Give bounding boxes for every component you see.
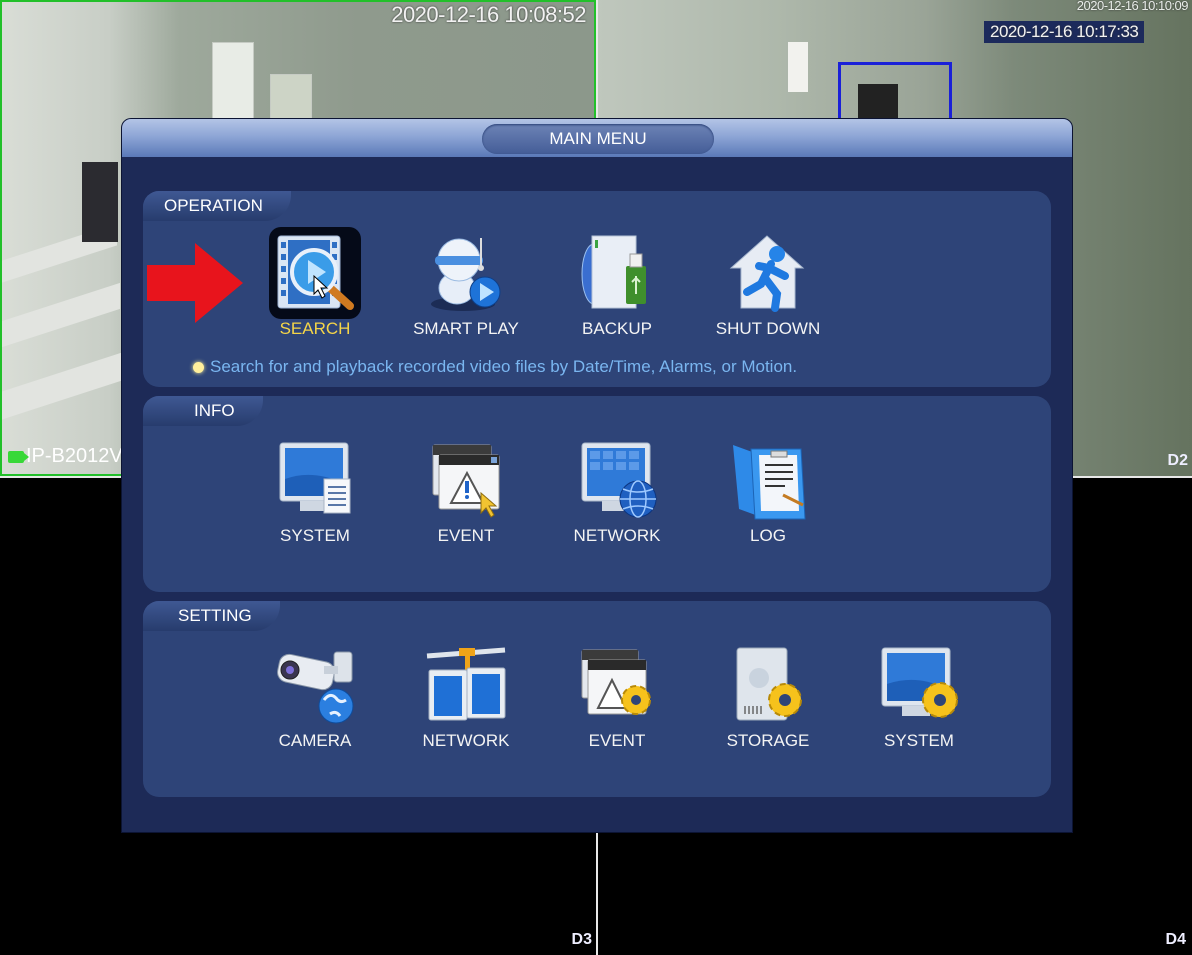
- main-menu-title: MAIN MENU: [482, 124, 714, 154]
- channel-label: D4: [1165, 931, 1186, 948]
- backup-usb-icon: [571, 227, 663, 319]
- channel-label: D3: [571, 931, 592, 948]
- section-label: SETTING: [143, 601, 280, 631]
- menu-item-label: BACKUP: [582, 319, 652, 338]
- menu-item-info-log[interactable]: LOG: [703, 434, 833, 546]
- storage-settings-icon: [722, 639, 814, 731]
- network-globe-icon: [571, 434, 663, 526]
- section-operation: OPERATION SEARCH SMART PLAY BACKUP SHUT …: [143, 191, 1051, 387]
- menu-item-search[interactable]: SEARCH: [250, 227, 380, 339]
- scene-door: [212, 42, 254, 124]
- network-settings-icon: [420, 639, 512, 731]
- scene-cabinet: [82, 162, 118, 242]
- system-settings-icon: [873, 639, 965, 731]
- camera-timestamp: 2020-12-16 10:08:52: [391, 2, 586, 27]
- menu-item-label: SMART PLAY: [413, 319, 519, 338]
- menu-item-label: CAMERA: [278, 731, 352, 750]
- hint-message: Search for and playback recorded video f…: [210, 357, 798, 376]
- channel-label: D2: [1167, 452, 1188, 469]
- menu-item-setting-camera[interactable]: CAMERA: [250, 639, 380, 751]
- camera-settings-icon: [269, 639, 361, 731]
- menu-item-label: SYSTEM: [280, 526, 350, 545]
- shutdown-exit-icon: [722, 227, 814, 319]
- scene-desk: [2, 352, 122, 420]
- menu-item-setting-system[interactable]: SYSTEM: [854, 639, 984, 751]
- menu-item-setting-network[interactable]: NETWORK: [401, 639, 531, 751]
- menu-item-setting-storage[interactable]: STORAGE: [703, 639, 833, 751]
- menu-item-label: SHUT DOWN: [715, 319, 821, 338]
- system-info-icon: [269, 434, 361, 526]
- scene-desk: [2, 282, 120, 348]
- menu-item-label: SEARCH: [279, 319, 351, 338]
- menu-item-label: NETWORK: [422, 731, 510, 750]
- menu-item-label: NETWORK: [573, 526, 661, 545]
- menu-item-label: LOG: [750, 526, 786, 545]
- main-menu-header: MAIN MENU: [122, 119, 1072, 157]
- camera-timestamp: 2020-12-16 10:10:09: [1076, 0, 1189, 13]
- smart-play-robot-icon: [420, 227, 512, 319]
- menu-item-label: STORAGE: [726, 731, 810, 750]
- recording-icon: [8, 450, 29, 463]
- section-info: INFO SYSTEM EVENT NETWORK LOG: [143, 396, 1051, 592]
- menu-item-shut-down[interactable]: SHUT DOWN: [703, 227, 833, 339]
- menu-item-info-system[interactable]: SYSTEM: [250, 434, 380, 546]
- system-time-display: 2020-12-16 10:17:33: [984, 21, 1145, 43]
- annotation-arrow-icon: [147, 243, 243, 323]
- lightbulb-icon: [193, 361, 204, 373]
- menu-item-backup[interactable]: BACKUP: [552, 227, 682, 339]
- scene-flipchart: [788, 42, 808, 92]
- menu-item-label: EVENT: [588, 731, 646, 750]
- menu-item-smart-play[interactable]: SMART PLAY: [401, 227, 531, 339]
- main-menu-dialog: MAIN MENU OPERATION SEARCH SMART PLAY BA…: [121, 118, 1073, 833]
- menu-item-setting-event[interactable]: EVENT: [552, 639, 682, 751]
- menu-item-label: SYSTEM: [884, 731, 954, 750]
- log-clipboard-icon: [722, 434, 814, 526]
- search-playback-icon: [269, 227, 361, 319]
- section-label: INFO: [143, 396, 263, 426]
- menu-item-info-network[interactable]: NETWORK: [552, 434, 682, 546]
- hint-text: Search for and playback recorded video f…: [193, 357, 797, 377]
- menu-item-info-event[interactable]: EVENT: [401, 434, 531, 546]
- event-warning-icon: [420, 434, 512, 526]
- section-label: OPERATION: [143, 191, 291, 221]
- menu-item-label: EVENT: [437, 526, 495, 545]
- section-setting: SETTING CAMERA NETWORK EVENT STORAGE SYS…: [143, 601, 1051, 797]
- event-settings-icon: [571, 639, 663, 731]
